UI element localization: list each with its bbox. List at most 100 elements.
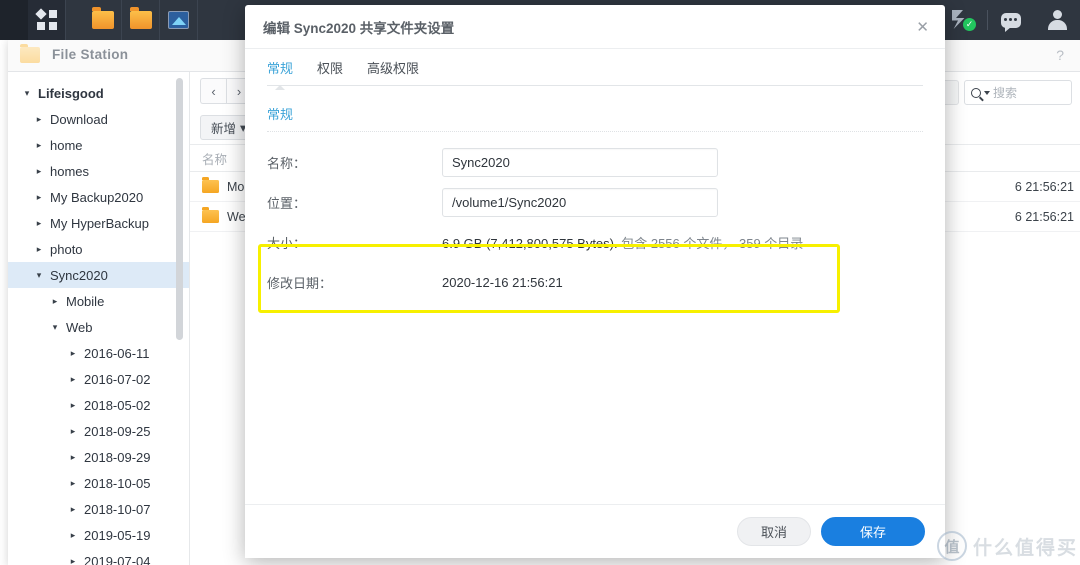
check-icon: ✓ (963, 18, 976, 31)
chevron-right-icon[interactable] (66, 348, 80, 359)
user-menu-button[interactable] (1034, 0, 1080, 40)
tree-item-label: 2016-06-11 (84, 345, 150, 361)
tree-item-sync2020[interactable]: Sync2020 (8, 262, 189, 288)
name-input[interactable]: Sync2020 (442, 147, 718, 177)
tree-item-my-hyperbackup[interactable]: My HyperBackup (8, 210, 189, 236)
chevron-right-icon[interactable] (32, 166, 46, 177)
chevron-right-icon[interactable] (48, 296, 62, 307)
back-button[interactable]: ‹ (200, 78, 226, 104)
file-modified-time: 6 21:56:21 (1014, 209, 1074, 224)
chevron-right-icon[interactable] (32, 140, 46, 151)
edit-shared-folder-dialog: 编辑 Sync2020 共享文件夹设置 ✕ 常规 权限 高级权限 常规 名称： Sy… (245, 5, 945, 558)
tree-item-label: Lifeisgood (38, 85, 104, 101)
tree-item-2018-10-05[interactable]: 2018-10-05 (8, 470, 189, 496)
tree-item-label: 2019-07-04 (84, 553, 151, 565)
chevron-right-icon[interactable] (66, 504, 80, 515)
name-label: 名称： (267, 155, 307, 171)
close-icon[interactable]: ✕ (916, 18, 929, 36)
tab-general[interactable]: 常规 (267, 58, 293, 90)
dialog-header: 编辑 Sync2020 共享文件夹设置 ✕ (245, 5, 945, 49)
search-placeholder: 搜索 (993, 86, 1018, 100)
tree-item-2018-09-29[interactable]: 2018-09-29 (8, 444, 189, 470)
sidebar-scrollbar[interactable] (176, 78, 183, 340)
field-row-modified: 修改日期： 2020-12-16 21:56:21 (267, 266, 923, 298)
tree-item-2019-05-19[interactable]: 2019-05-19 (8, 522, 189, 548)
folder-icon (20, 43, 40, 63)
taskbar-app-file-station[interactable] (84, 0, 122, 40)
main-menu-button[interactable] (28, 0, 66, 40)
tree-item-2018-09-25[interactable]: 2018-09-25 (8, 418, 189, 444)
tree-item-2018-10-07[interactable]: 2018-10-07 (8, 496, 189, 522)
tab-permissions[interactable]: 权限 (317, 58, 343, 85)
modified-value: 2020-12-16 21:56:21 (442, 274, 563, 290)
location-input[interactable]: /volume1/Sync2020 (442, 187, 718, 217)
watermark-badge: 值 (936, 531, 967, 561)
tree-item-my-backup2020[interactable]: My Backup2020 (8, 184, 189, 210)
system-health-button[interactable]: ✓ (941, 0, 987, 40)
tree-item-label: My HyperBackup (50, 215, 149, 231)
chevron-right-icon[interactable] (66, 426, 80, 437)
tree-item-label: homes (50, 163, 90, 179)
taskbar-gap (66, 0, 84, 40)
chevron-right-icon[interactable] (32, 244, 46, 255)
user-avatar-icon (1047, 10, 1067, 30)
tree-item-2016-07-02[interactable]: 2016-07-02 (8, 366, 189, 392)
size-value-detail: 包含 2556 个文件， 359 个目录 (621, 235, 804, 251)
dialog-tabs: 常规 权限 高级权限 (245, 49, 945, 90)
watermark-bottom-right: 值 什么值得买 (936, 531, 1078, 561)
chevron-right-icon[interactable] (66, 530, 80, 541)
tree-item-label: 2018-09-25 (84, 423, 151, 439)
chevron-right-icon[interactable] (32, 192, 46, 203)
cancel-button[interactable]: 取消 (737, 517, 811, 546)
tree-item-lifeisgood[interactable]: Lifeisgood (8, 80, 189, 106)
save-button[interactable]: 保存 (821, 517, 925, 546)
size-label: 大小： (267, 235, 307, 251)
search-icon (971, 87, 981, 98)
tree-item-label: 2018-05-02 (84, 397, 151, 413)
field-row-size: 大小： 6.9 GB (7,412,800,575 Bytes). 包含 255… (267, 226, 923, 258)
tab-advanced-permissions[interactable]: 高级权限 (367, 58, 419, 85)
watermark-bottom-right-cn: 什么值得买 (972, 537, 1078, 559)
tree-item-mobile[interactable]: Mobile (8, 288, 189, 314)
notifications-button[interactable] (988, 0, 1034, 40)
tree-item-2018-05-02[interactable]: 2018-05-02 (8, 392, 189, 418)
tree-item-2019-07-04[interactable]: 2019-07-04 (8, 548, 189, 565)
chevron-right-icon[interactable] (32, 114, 46, 125)
tree-item-2016-06-11[interactable]: 2016-06-11 (8, 340, 189, 366)
chevron-right-icon[interactable] (66, 452, 80, 463)
chevron-right-icon[interactable] (66, 478, 80, 489)
tree-item-download[interactable]: Download (8, 106, 189, 132)
section-title: 常规 (267, 107, 294, 122)
chevron-down-icon[interactable] (32, 270, 46, 281)
taskbar-app-control-panel[interactable] (160, 0, 198, 40)
folder-icon (202, 207, 219, 223)
chevron-right-icon[interactable] (66, 400, 80, 411)
location-label: 位置： (267, 195, 307, 211)
chevron-down-icon[interactable] (20, 88, 34, 99)
chevron-right-icon[interactable] (32, 218, 46, 229)
tree-item-label: My Backup2020 (50, 189, 144, 205)
window-title: File Station (52, 47, 129, 62)
tree-item-label: 2019-05-19 (84, 527, 151, 543)
new-button-label: 新增 (211, 121, 237, 136)
size-value: 6.9 GB (7,412,800,575 Bytes). 包含 2556 个文… (442, 233, 803, 252)
tree-item-home[interactable]: home (8, 132, 189, 158)
taskbar-app-folder[interactable] (122, 0, 160, 40)
system-health-icon: ✓ (952, 9, 976, 31)
tree-item-label: Download (50, 111, 108, 127)
help-button[interactable]: ? (1056, 47, 1064, 63)
chevron-right-icon[interactable] (66, 374, 80, 385)
chevron-right-icon[interactable] (66, 556, 80, 565)
tree-item-label: Web (66, 319, 93, 335)
dialog-content: 常规 名称： Sync2020 位置： /volume1/Sync2020 大小… (245, 86, 945, 504)
tree-item-homes[interactable]: homes (8, 158, 189, 184)
chevron-down-icon[interactable] (984, 90, 990, 95)
field-row-name: 名称： Sync2020 (267, 146, 923, 178)
folder-icon (91, 7, 114, 29)
chevron-down-icon[interactable] (48, 322, 62, 333)
tree-item-web[interactable]: Web (8, 314, 189, 340)
column-header-name: 名称 (202, 152, 228, 167)
tree-item-photo[interactable]: photo (8, 236, 189, 262)
search-box[interactable]: 搜索 (964, 80, 1072, 105)
section-divider (267, 131, 923, 132)
